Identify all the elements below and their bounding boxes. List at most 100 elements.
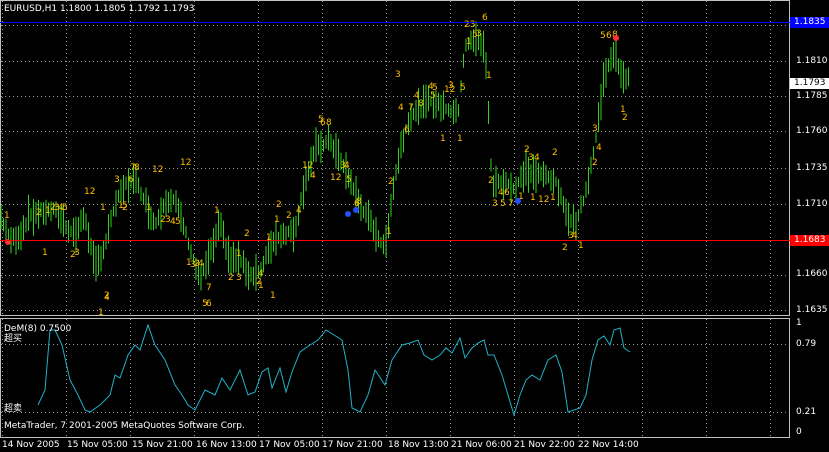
- time-label-0: 14 Nov 2005: [2, 440, 60, 450]
- price-label-4: 1.1735: [796, 163, 828, 173]
- count-label: 4: [310, 171, 316, 181]
- time-label-6: 18 Nov 13:00: [388, 440, 449, 450]
- top-line-price-tag: 1.1835: [790, 17, 829, 28]
- count-label: 8: [134, 163, 140, 173]
- count-label: 4: [198, 259, 204, 269]
- count-label: 5: [500, 199, 506, 209]
- count-label: 3: [236, 273, 242, 283]
- count-label: 1: [258, 281, 264, 291]
- count-label: 3: [448, 81, 454, 91]
- count-label: 1: [457, 134, 463, 144]
- count-label: 1: [42, 248, 48, 258]
- count-label: 6: [128, 175, 134, 185]
- time-label-9: 22 Nov 14:00: [578, 440, 639, 450]
- count-label: 5: [472, 30, 478, 40]
- count-label: 5: [460, 83, 466, 93]
- count-label: 7: [206, 283, 212, 293]
- count-label: 6: [482, 13, 488, 23]
- count-label: 12: [538, 195, 549, 205]
- count-label: 1: [236, 249, 242, 259]
- main-frame: [0, 0, 790, 316]
- count-label: 5: [122, 201, 128, 211]
- signal-dot: [613, 35, 619, 41]
- count-label: 12: [180, 158, 191, 168]
- count-label: 3: [528, 153, 534, 163]
- time-label-3: 16 Nov 13:00: [196, 440, 257, 450]
- oversold-label: 超卖: [4, 404, 23, 414]
- count-label: 5: [175, 217, 181, 227]
- price-chart[interactable]: 1 2 1 23451 231212413125678 1212 3 4 51213247561…: [0, 0, 829, 452]
- price-label-2: 1.1785: [796, 91, 828, 101]
- overbought-label: 超买: [4, 334, 23, 344]
- price-label-5: 1.1710: [796, 199, 828, 209]
- count-label: 1: [620, 105, 626, 115]
- count-label: 1: [270, 291, 276, 301]
- count-label: 4: [572, 231, 578, 241]
- count-label: 5: [432, 83, 438, 93]
- count-label: 5: [600, 31, 606, 41]
- count-label: 12: [84, 187, 95, 197]
- demarker-series-line: [37, 323, 631, 417]
- time-label-4: 17 Nov 05:00: [259, 440, 320, 450]
- count-label: 12: [330, 173, 341, 183]
- count-label: 4: [398, 103, 404, 113]
- bar-count-labels: 1 2 1 23451 231212413125678 1212 3 4 51213247561…: [4, 13, 628, 318]
- count-label: 8: [356, 197, 362, 207]
- chart-title: EURUSD,H1 1.1800 1.1805 1.1792 1.1793: [4, 4, 195, 14]
- signal-dot: [345, 211, 351, 217]
- count-label: 6: [504, 188, 510, 198]
- indicator-frame: [0, 318, 790, 438]
- count-label: 3: [592, 124, 598, 134]
- time-label-5: 17 Nov 21:00: [322, 440, 383, 450]
- count-label: 1: [440, 134, 446, 144]
- copyright-text: MetaTrader, 7 2001-2005 MetaQuotes Softw…: [4, 421, 245, 431]
- count-label: 2: [244, 229, 250, 239]
- count-label: 2: [286, 211, 292, 221]
- count-label: 4: [344, 161, 350, 171]
- price-label-3: 1.1760: [796, 126, 828, 136]
- count-label: 5: [62, 203, 68, 213]
- count-label: 1: [266, 233, 272, 243]
- count-label: 6: [206, 299, 212, 309]
- count-label: 1: [466, 37, 472, 47]
- chart-window[interactable]: 1 2 1 2 3 4 5 1 2 3 12 1 2 4 1 3 1 2 5 6 7 8 12 1 2 3 4 5 12 1 3 2 4 7 5 6 1…: [0, 0, 829, 452]
- count-label: 1: [578, 241, 584, 251]
- time-label-7: 21 Nov 06:00: [451, 440, 512, 450]
- time-label-1: 15 Nov 05:00: [67, 440, 128, 450]
- price-label-8: 1.1635: [796, 305, 828, 315]
- count-label: 2: [562, 243, 568, 253]
- time-label-2: 15 Nov 21:00: [132, 440, 193, 450]
- demarker-line: [37, 323, 631, 417]
- count-label: 3: [74, 248, 80, 258]
- count-label: 1: [4, 211, 10, 221]
- count-label: 1: [214, 206, 220, 216]
- count-label: 1: [274, 215, 280, 225]
- count-label: 12: [152, 165, 163, 175]
- count-label: 1: [100, 203, 106, 213]
- indicator-level-079: 0.79: [796, 339, 817, 349]
- time-label-8: 21 Nov 22:00: [514, 440, 575, 450]
- signal-dot: [353, 207, 359, 213]
- bottom-line-price-tag: 1.1683: [790, 235, 829, 246]
- count-label: 8: [418, 99, 424, 109]
- count-label: 1: [146, 203, 152, 213]
- count-label: 12: [302, 161, 313, 171]
- count-label: 1: [98, 308, 104, 318]
- current-price-tag: 1.1793: [790, 78, 829, 89]
- count-label: 2: [228, 273, 234, 283]
- count-label: 5: [346, 175, 352, 185]
- count-label: 7: [508, 199, 514, 209]
- count-label: 3: [395, 70, 401, 80]
- count-label: 2: [276, 200, 282, 210]
- grid: [0, 0, 790, 438]
- signal-dot: [5, 239, 11, 245]
- count-label: 3: [114, 175, 120, 185]
- count-label: 23: [464, 20, 475, 30]
- count-label: 2: [488, 176, 494, 186]
- count-label: 2: [592, 158, 598, 168]
- count-label: 4: [104, 293, 110, 303]
- count-label: 2: [388, 177, 394, 187]
- count-label: 2: [36, 208, 42, 218]
- count-label: 1: [530, 193, 536, 203]
- count-label: 8: [326, 118, 332, 128]
